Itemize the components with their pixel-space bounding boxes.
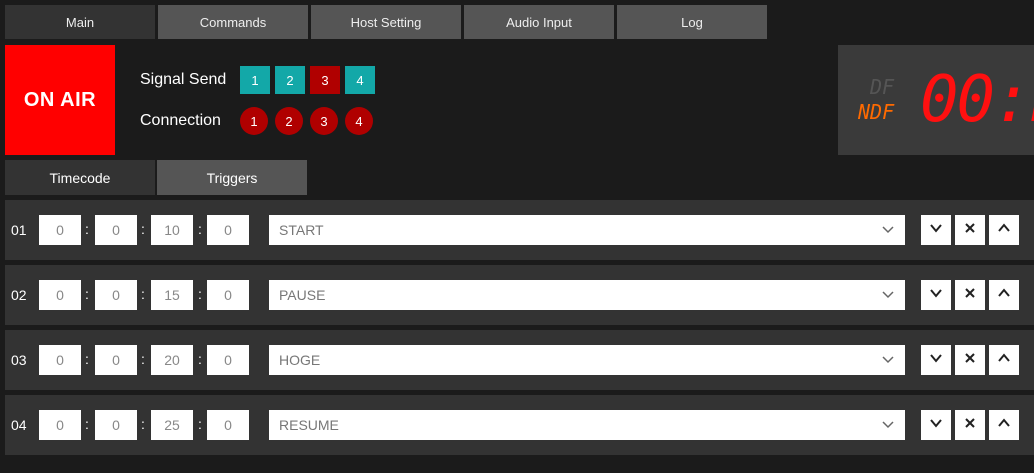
move-up-button[interactable] [989, 280, 1019, 310]
signal-send-1: 1 [240, 66, 270, 94]
tab-timecode[interactable]: Timecode [5, 160, 155, 195]
close-icon [964, 351, 976, 369]
command-select[interactable]: START [269, 215, 905, 245]
frames-input[interactable]: 0 [207, 345, 249, 375]
command-select[interactable]: HOGE [269, 345, 905, 375]
colon-separator: : [198, 351, 202, 367]
connection-3: 3 [310, 107, 338, 135]
chevron-down-icon [929, 221, 943, 240]
colon-separator: : [198, 221, 202, 237]
connection-label: Connection [140, 112, 221, 129]
ndf-label: NDF [858, 100, 895, 124]
command-select-value: RESUME [279, 417, 339, 433]
move-down-button[interactable] [921, 410, 951, 440]
colon-separator: : [141, 351, 145, 367]
colon-separator: : [198, 286, 202, 302]
frames-input[interactable]: 0 [207, 280, 249, 310]
signal-send-4: 4 [345, 66, 375, 94]
trigger-number: 04 [11, 417, 27, 433]
move-up-button[interactable] [989, 410, 1019, 440]
minutes-input[interactable]: 0 [95, 345, 137, 375]
tab-triggers[interactable]: Triggers [157, 160, 307, 195]
colon-separator: : [85, 286, 89, 302]
colon-separator: : [85, 351, 89, 367]
chevron-down-icon [929, 351, 943, 370]
trigger-row: 01 0:0:10:0 START [5, 200, 1034, 260]
df-label: DF [870, 75, 895, 99]
sub-tab-bar: Timecode Triggers [5, 160, 307, 195]
chevron-down-icon [929, 286, 943, 305]
colon-separator: : [141, 416, 145, 432]
connection-2: 2 [275, 107, 303, 135]
trigger-row: 03 0:0:20:0 HOGE [5, 330, 1034, 390]
minutes-input[interactable]: 0 [95, 215, 137, 245]
close-icon [964, 286, 976, 304]
tab-host-setting[interactable]: Host Setting [311, 5, 461, 39]
colon-separator: : [141, 221, 145, 237]
signal-send-row: Signal Send 1 2 3 4 [140, 66, 380, 94]
seconds-input[interactable]: 10 [151, 215, 193, 245]
command-select-value: HOGE [279, 352, 321, 368]
command-select[interactable]: PAUSE [269, 280, 905, 310]
delete-button[interactable] [955, 280, 985, 310]
frames-input[interactable]: 0 [207, 410, 249, 440]
hours-input[interactable]: 0 [39, 410, 81, 440]
seconds-input[interactable]: 20 [151, 345, 193, 375]
signal-send-label: Signal Send [140, 71, 227, 88]
minutes-input[interactable]: 0 [95, 280, 137, 310]
main-tab-bar: Main Commands Host Setting Audio Input L… [5, 5, 767, 39]
connection-1: 1 [240, 107, 268, 135]
frames-input[interactable]: 0 [207, 215, 249, 245]
move-down-button[interactable] [921, 345, 951, 375]
tab-audio-input[interactable]: Audio Input [464, 5, 614, 39]
colon-separator: : [198, 416, 202, 432]
move-up-button[interactable] [989, 345, 1019, 375]
hours-input[interactable]: 0 [39, 280, 81, 310]
trigger-row: 04 0:0:25:0 RESUME [5, 395, 1034, 455]
close-icon [964, 221, 976, 239]
chevron-up-icon [997, 351, 1011, 370]
command-select-value: START [279, 222, 324, 238]
tab-commands[interactable]: Commands [158, 5, 308, 39]
trigger-number: 02 [11, 287, 27, 303]
hours-input[interactable]: 0 [39, 215, 81, 245]
seconds-input[interactable]: 15 [151, 280, 193, 310]
connection-4: 4 [345, 107, 373, 135]
trigger-number: 03 [11, 352, 27, 368]
colon-separator: : [85, 221, 89, 237]
chevron-up-icon [997, 286, 1011, 305]
tab-main[interactable]: Main [5, 5, 155, 39]
signal-send-2: 2 [275, 66, 305, 94]
delete-button[interactable] [955, 215, 985, 245]
hours-input[interactable]: 0 [39, 345, 81, 375]
command-select[interactable]: RESUME [269, 410, 905, 440]
close-icon [964, 416, 976, 434]
move-down-button[interactable] [921, 215, 951, 245]
delete-button[interactable] [955, 345, 985, 375]
connection-row: Connection 1 2 3 4 [140, 107, 380, 135]
chevron-up-icon [997, 416, 1011, 435]
tab-log[interactable]: Log [617, 5, 767, 39]
trigger-number: 01 [11, 222, 27, 238]
move-up-button[interactable] [989, 215, 1019, 245]
timecode-display: DF NDF 00:E [838, 45, 1034, 155]
move-down-button[interactable] [921, 280, 951, 310]
colon-separator: : [141, 286, 145, 302]
chevron-up-icon [997, 221, 1011, 240]
on-air-indicator: ON AIR [5, 45, 115, 155]
timecode-digits: 00:E [920, 63, 1034, 137]
minutes-input[interactable]: 0 [95, 410, 137, 440]
colon-separator: : [85, 416, 89, 432]
command-select-value: PAUSE [279, 287, 326, 303]
seconds-input[interactable]: 25 [151, 410, 193, 440]
trigger-row: 02 0:0:15:0 PAUSE [5, 265, 1034, 325]
delete-button[interactable] [955, 410, 985, 440]
chevron-down-icon [929, 416, 943, 435]
signal-send-3: 3 [310, 66, 340, 94]
